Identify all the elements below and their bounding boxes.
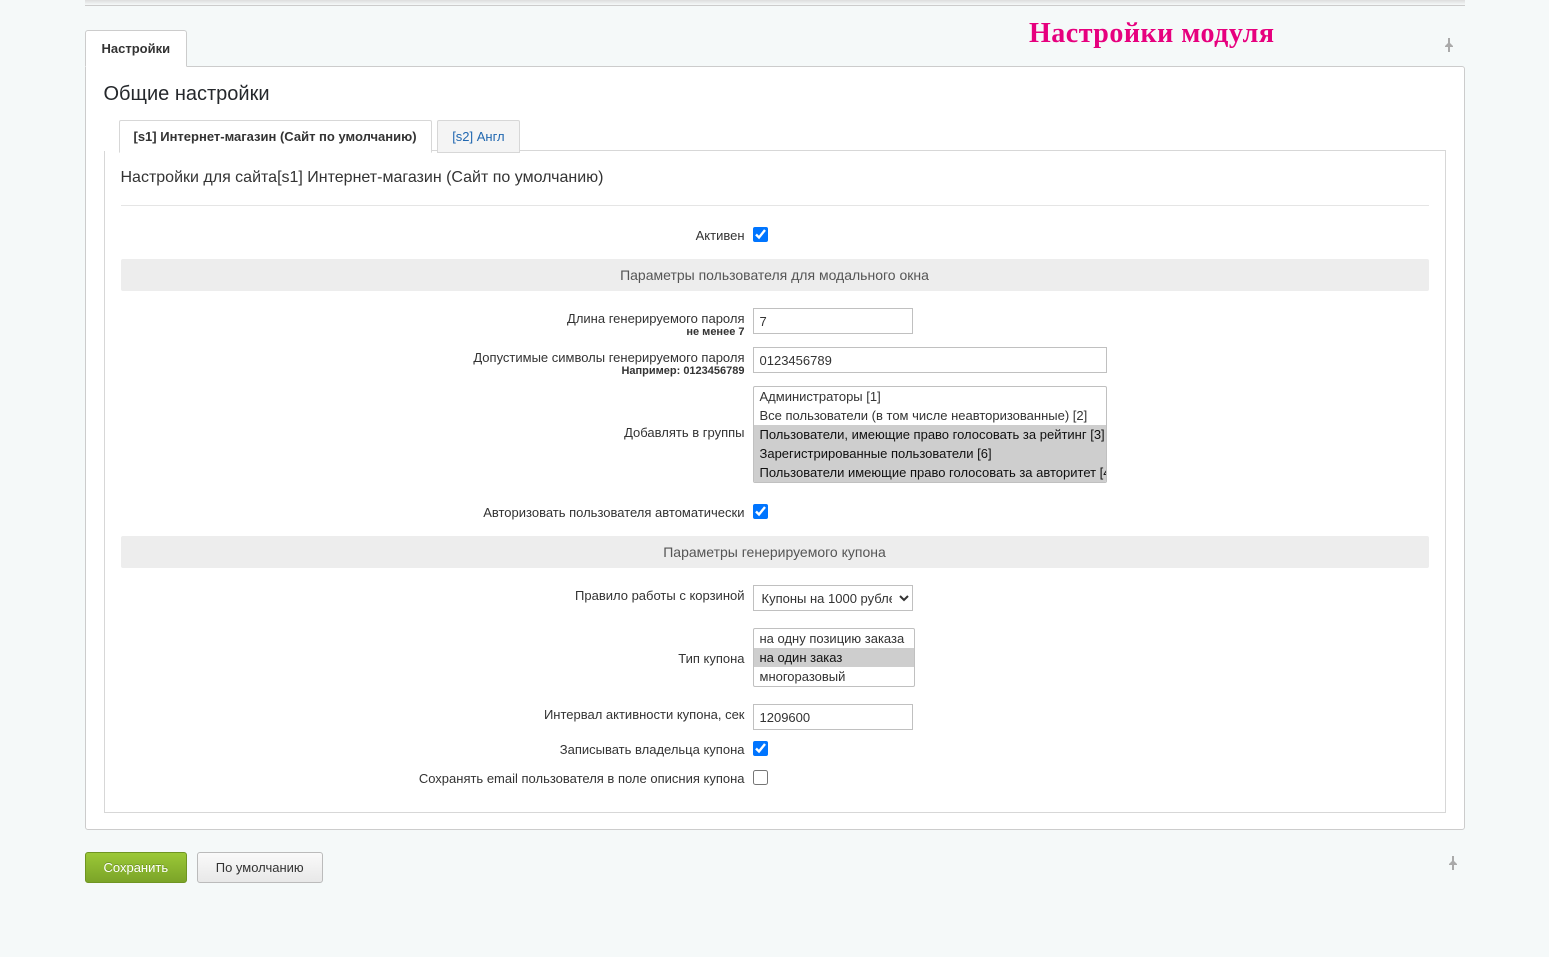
coupon-type-option[interactable]: на одну позицию заказа bbox=[754, 629, 914, 648]
label-active: Активен bbox=[121, 224, 753, 243]
settings-panel: Общие настройки [s1] Интернет-магазин (С… bbox=[85, 66, 1465, 830]
input-pwd-length[interactable] bbox=[753, 308, 913, 334]
label-coupon-type: Тип купона bbox=[121, 627, 753, 666]
group-option[interactable]: Зарегистрированные пользователи [6] bbox=[754, 444, 1106, 463]
checkbox-active[interactable] bbox=[753, 227, 768, 242]
coupon-type-option[interactable]: многоразовый bbox=[754, 667, 914, 686]
label-auto-auth: Авторизовать пользователя автоматически bbox=[121, 501, 753, 520]
group-option[interactable]: Пользователи, имеющие право голосовать з… bbox=[754, 425, 1106, 444]
checkbox-auto-auth[interactable] bbox=[753, 504, 768, 519]
section-coupon-params: Параметры генерируемого купона bbox=[121, 536, 1429, 568]
checkbox-write-owner[interactable] bbox=[753, 741, 768, 756]
label-pwd-chars: Допустимые символы генерируемого пароля … bbox=[121, 346, 753, 377]
label-basket-rule: Правило работы с корзиной bbox=[121, 584, 753, 603]
label-pwd-length: Длина генерируемого пароля не менее 7 bbox=[121, 307, 753, 338]
pin-icon[interactable] bbox=[1447, 856, 1459, 873]
checkbox-save-email[interactable] bbox=[753, 770, 768, 785]
select-basket-rule[interactable]: Купоны на 1000 рублей bbox=[753, 585, 913, 611]
save-button[interactable]: Сохранить bbox=[85, 852, 188, 883]
coupon-type-option[interactable]: на один заказ bbox=[754, 648, 914, 667]
site-tab-s2[interactable]: [s2] Англ bbox=[437, 120, 519, 153]
select-add-groups[interactable]: Администраторы [1] Все пользователи (в т… bbox=[753, 386, 1107, 483]
input-pwd-chars[interactable] bbox=[753, 347, 1107, 373]
label-interval: Интервал активности купона, сек bbox=[121, 703, 753, 722]
site-settings-title: Настройки для сайта[s1] Интернет-магазин… bbox=[121, 169, 1429, 187]
label-write-owner: Записывать владельца купона bbox=[121, 738, 753, 757]
group-option[interactable]: Все пользователи (в том числе неавторизо… bbox=[754, 406, 1106, 425]
select-coupon-type[interactable]: на одну позицию заказа на один заказ мно… bbox=[753, 628, 915, 687]
group-option[interactable]: Администраторы [1] bbox=[754, 387, 1106, 406]
default-button[interactable]: По умолчанию bbox=[197, 852, 323, 883]
input-interval[interactable] bbox=[753, 704, 913, 730]
label-add-groups: Добавлять в группы bbox=[121, 385, 753, 440]
module-settings-title: Настройки модуля bbox=[1029, 18, 1275, 50]
site-tab-s1[interactable]: [s1] Интернет-магазин (Сайт по умолчанию… bbox=[119, 120, 432, 153]
group-option[interactable]: Пользователи имеющие право голосовать за… bbox=[754, 463, 1106, 482]
panel-title: Общие настройки bbox=[104, 83, 1446, 106]
label-save-email: Сохранять email пользователя в поле опис… bbox=[121, 767, 753, 786]
section-user-params: Параметры пользователя для модального ок… bbox=[121, 259, 1429, 291]
tab-settings[interactable]: Настройки bbox=[85, 30, 188, 67]
pin-icon[interactable] bbox=[1443, 38, 1455, 55]
